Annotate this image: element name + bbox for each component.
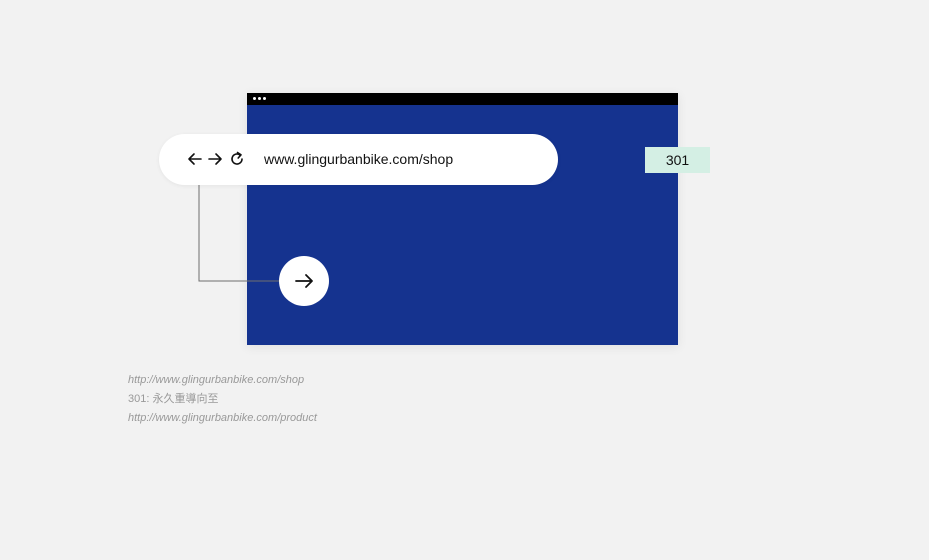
- redirect-arrow-button[interactable]: [279, 256, 329, 306]
- source-url-caption: http://www.glingurbanbike.com/shop: [128, 374, 305, 386]
- status-code-badge: 301: [645, 147, 710, 173]
- browser-window: [247, 93, 678, 345]
- target-url-caption: http://www.glingurbanbike.com/product: [128, 412, 317, 424]
- window-dot: [253, 97, 256, 100]
- window-dots: [253, 97, 266, 100]
- url-text[interactable]: www.glingurbanbike.com/shop: [264, 150, 453, 168]
- address-bar[interactable]: www.glingurbanbike.com/shop: [159, 134, 558, 185]
- reload-icon[interactable]: [228, 150, 246, 168]
- back-arrow-icon[interactable]: [186, 150, 204, 168]
- window-dot: [258, 97, 261, 100]
- window-title-bar: [247, 93, 678, 105]
- forward-arrow-icon[interactable]: [206, 150, 224, 168]
- status-caption: 301: 永久重導向至: [128, 393, 219, 405]
- arrow-right-icon: [295, 274, 313, 288]
- window-dot: [263, 97, 266, 100]
